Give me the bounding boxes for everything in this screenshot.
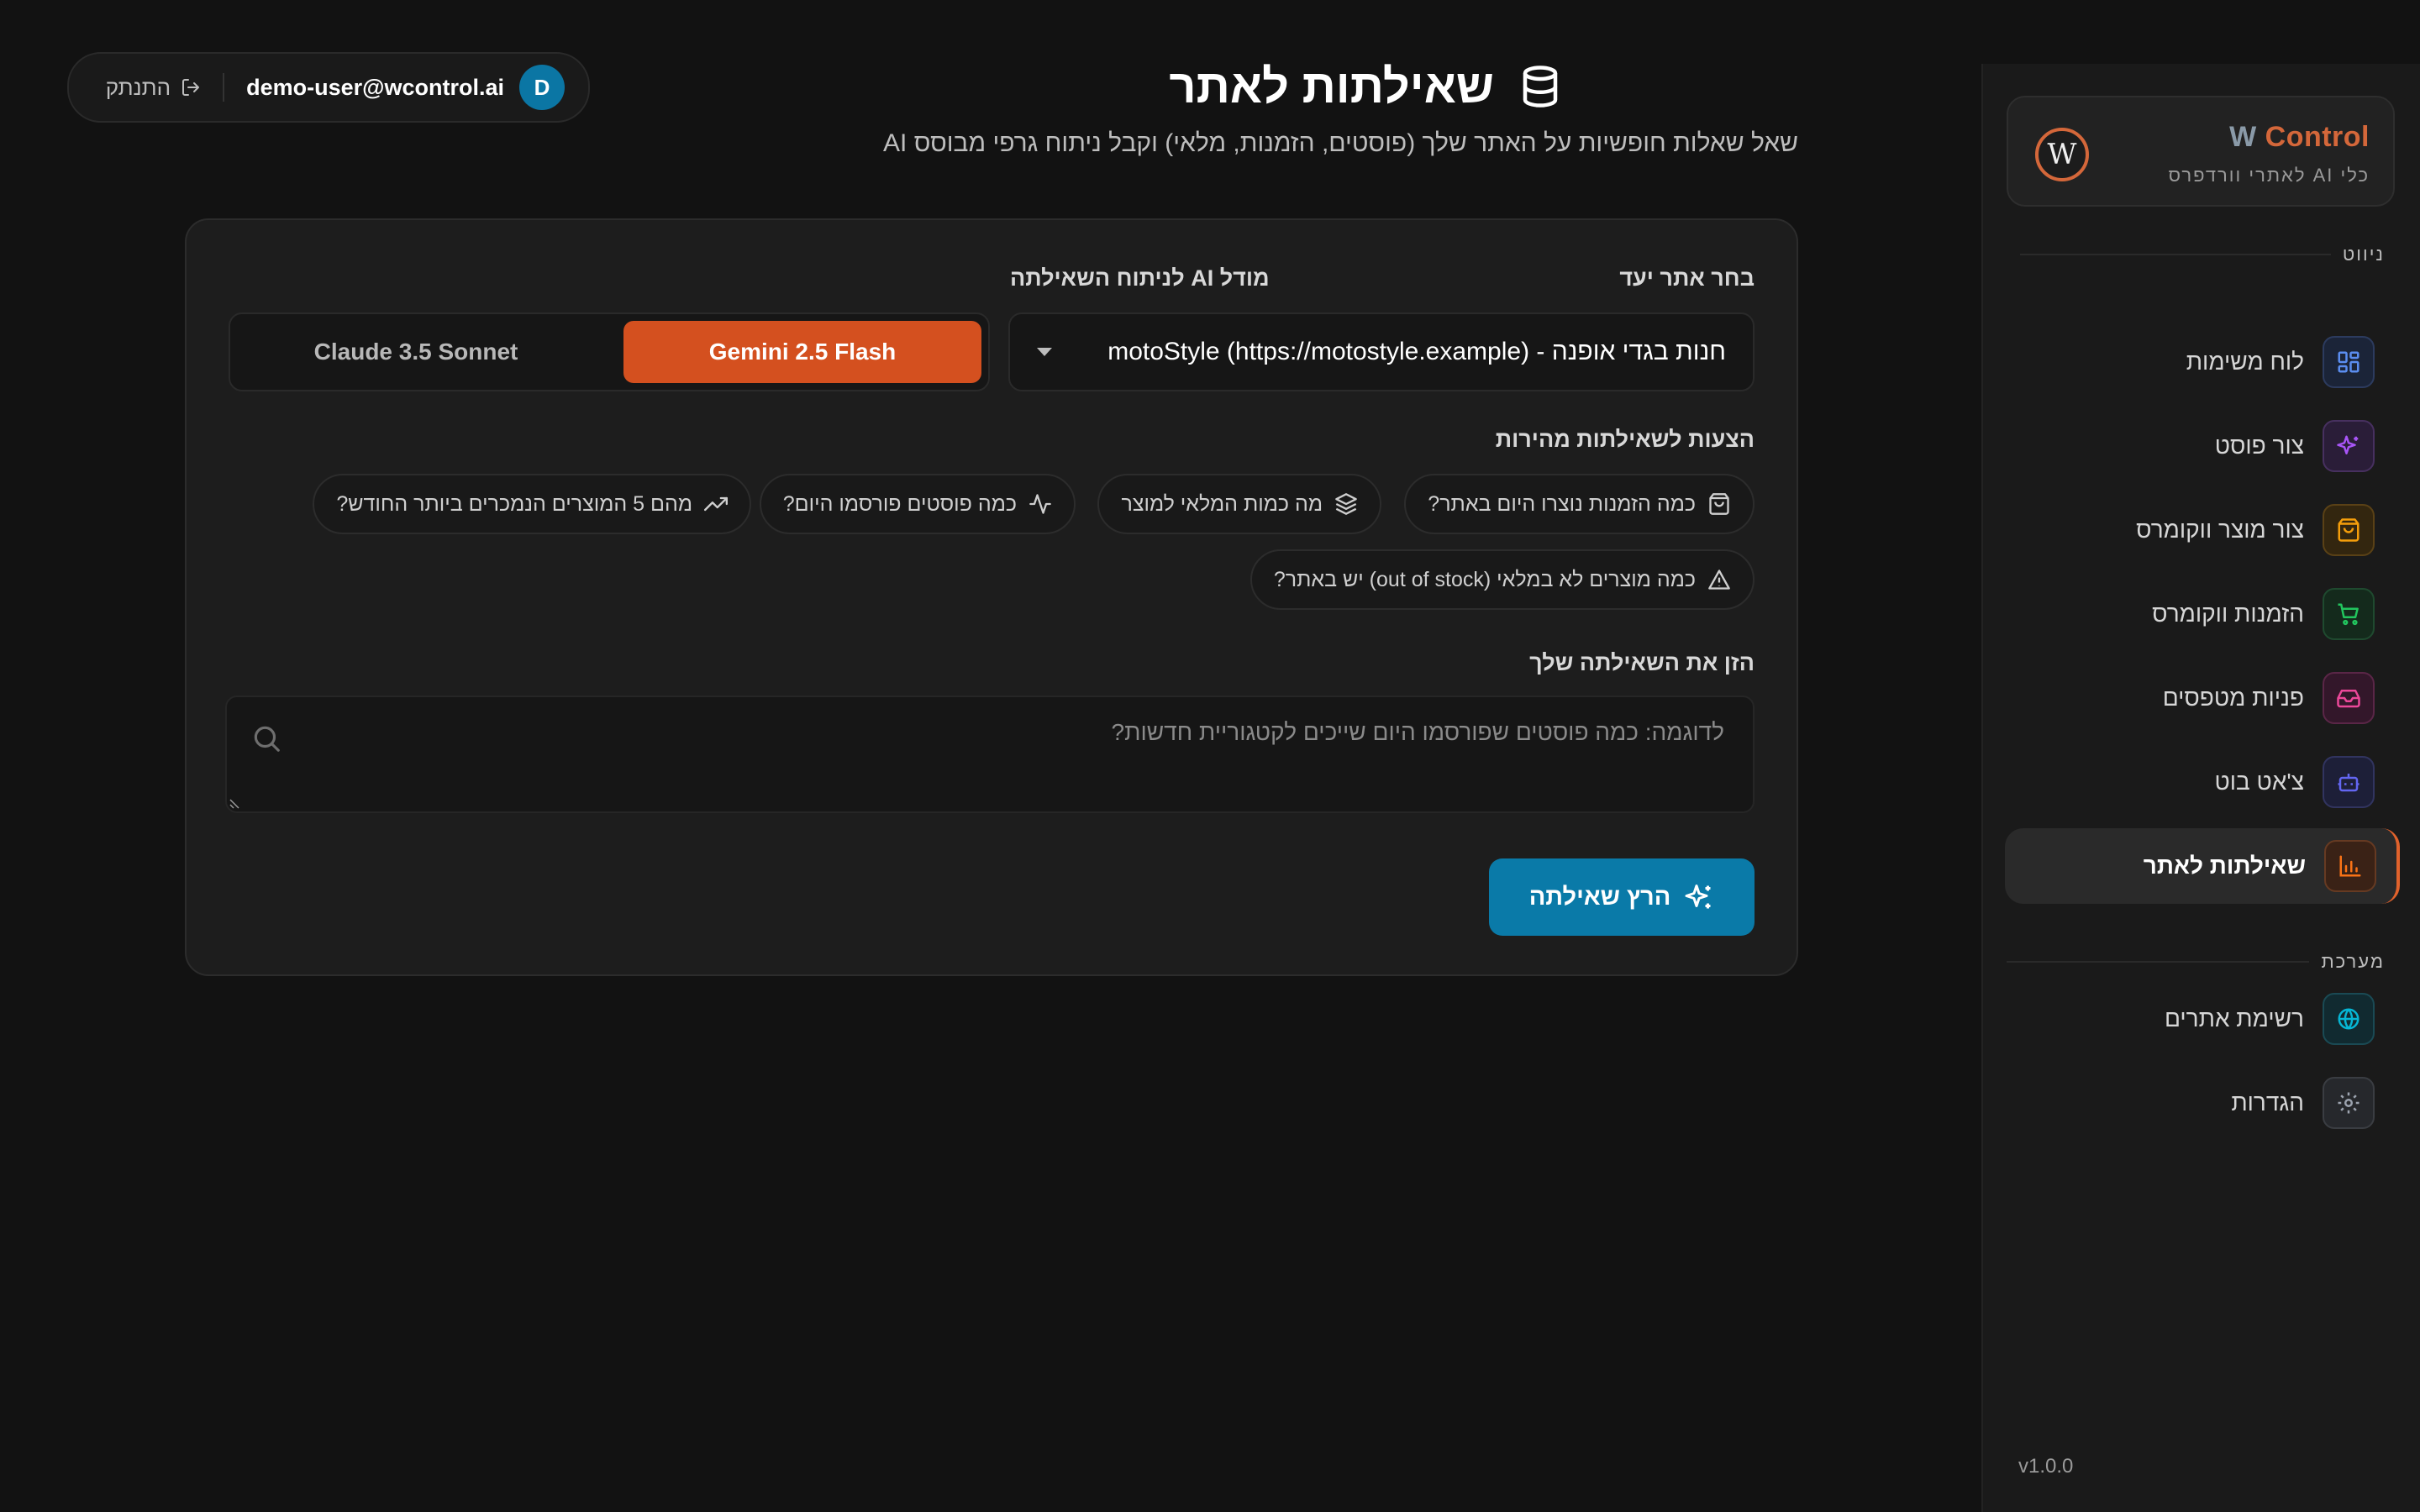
logout-icon	[181, 77, 201, 97]
suggestion-chip[interactable]: מהם 5 המוצרים הנמכרים ביותר החודש?	[313, 474, 751, 534]
shopping-bag-icon	[2323, 504, 2375, 556]
settings-icon	[2323, 1077, 2375, 1129]
suggestion-chip[interactable]: מה כמות המלאי למוצר	[1097, 474, 1381, 534]
suggestion-text: מהם 5 המוצרים הנמכרים ביותר החודש?	[336, 491, 692, 516]
sidebar-item-create-post[interactable]: צור פוסט	[2007, 408, 2395, 484]
sidebar-item-label: צור מוצר ווקומרס	[2136, 517, 2304, 543]
database-icon	[1518, 64, 1563, 109]
sidebar-item-label: הגדרות	[2231, 1089, 2304, 1116]
sidebar-item-label: פניות מטפסים	[2162, 685, 2304, 711]
site-label: בחר אתר יעד	[1619, 265, 1754, 291]
divider	[223, 73, 225, 102]
sidebar-item-chatbot[interactable]: צ'אט בוט	[2007, 744, 2395, 820]
sidebar-item-label: הזמנות ווקומרס	[2152, 601, 2304, 627]
sidebar: W Control כלי AI לאתרי וורדפרס W ניווט ל…	[1981, 64, 2420, 1512]
sidebar-item-label: שאילתות לאתר	[2143, 853, 2306, 879]
sidebar-item-label: לוח משימות	[2186, 349, 2304, 375]
suggestion-text: כמה פוסטים פורסמו היום?	[782, 491, 1017, 516]
site-select[interactable]: חנות בגדי אופנה - motoStyle (https://mot…	[1008, 312, 1754, 391]
layers-icon	[1334, 492, 1358, 516]
section-label-nav: ניווט	[2019, 244, 2385, 265]
bot-icon	[2323, 756, 2375, 808]
site-select-value: חנות בגדי אופנה - motoStyle (https://mot…	[1107, 338, 1726, 365]
chevron-down-icon	[1035, 346, 1054, 358]
page-subtitle: שאל שאלות חופשיות על האתר שלך (פוסטים, ה…	[883, 129, 1798, 157]
query-card: בחר אתר יעד חנות בגדי אופנה - motoStyle …	[185, 218, 1798, 976]
run-query-label: הרץ שאילתה	[1528, 883, 1671, 911]
query-textarea-wrapper	[225, 696, 1754, 813]
suggestion-text: מה כמות המלאי למוצר	[1121, 491, 1323, 516]
query-label: הזן את השאילתה שלך	[1529, 650, 1754, 675]
model-toggle: Gemini 2.5 Flash Claude 3.5 Sonnet	[229, 312, 990, 391]
brand-card[interactable]: W Control כלי AI לאתרי וורדפרס W	[2007, 96, 2395, 207]
sidebar-item-settings[interactable]: הגדרות	[2007, 1065, 2395, 1141]
run-query-button[interactable]: הרץ שאילתה	[1489, 858, 1754, 936]
app-version: v1.0.0	[2018, 1455, 2074, 1478]
model-claude-button[interactable]: Claude 3.5 Sonnet	[237, 321, 595, 383]
alert-triangle-icon	[1707, 568, 1731, 591]
resize-grip-icon[interactable]	[229, 796, 242, 810]
avatar: D	[519, 65, 565, 110]
dashboard-grid-icon	[2323, 336, 2375, 388]
brand-logo: W	[2035, 128, 2089, 181]
section-label-system: מערכת	[2007, 951, 2385, 973]
logout-label: התנתק	[105, 74, 171, 100]
sidebar-item-forms[interactable]: פניות מטפסים	[2007, 660, 2395, 736]
sidebar-item-label: צ'אט בוט	[2214, 769, 2304, 795]
suggestion-chip[interactable]: כמה מוצרים לא במלאי (out of stock) יש בא…	[1249, 549, 1754, 610]
activity-icon	[1028, 492, 1052, 516]
sidebar-item-site-queries[interactable]: שאילתות לאתר	[2005, 828, 2400, 904]
bar-chart-icon	[2324, 840, 2376, 892]
suggestion-chip[interactable]: כמה הזמנות נוצרו היום באתר?	[1404, 474, 1754, 534]
suggestion-text: כמה מוצרים לא במלאי (out of stock) יש בא…	[1273, 567, 1696, 591]
user-email: demo-user@wcontrol.ai	[246, 74, 504, 100]
sidebar-item-orders[interactable]: הזמנות ווקומרס	[2007, 576, 2395, 652]
trending-up-icon	[704, 492, 728, 516]
sparkles-icon	[2323, 420, 2375, 472]
globe-icon	[2323, 993, 2375, 1045]
brand-subtitle: כלי AI לאתרי וורדפרס	[2168, 165, 2370, 186]
sidebar-item-create-product[interactable]: צור מוצר ווקומרס	[2007, 492, 2395, 568]
query-input[interactable]	[227, 697, 1753, 811]
sidebar-item-label: רשימת אתרים	[2164, 1005, 2304, 1032]
search-icon	[250, 722, 282, 754]
page-title-text: שאילתות לאתר	[1169, 60, 1494, 113]
page-title: שאילתות לאתר	[1169, 59, 1563, 113]
suggestion-chip[interactable]: כמה פוסטים פורסמו היום?	[759, 474, 1076, 534]
model-gemini-button[interactable]: Gemini 2.5 Flash	[623, 321, 981, 383]
shopping-bag-icon	[1707, 492, 1731, 516]
suggestions-label: הצעות לשאילתות מהירות	[1495, 427, 1754, 452]
sidebar-item-dashboard[interactable]: לוח משימות	[2007, 324, 2395, 400]
sidebar-item-sites[interactable]: רשימת אתרים	[2007, 981, 2395, 1057]
model-label: מודל AI לניתוח השאילתה	[1010, 265, 1270, 291]
cart-icon	[2323, 588, 2375, 640]
suggestion-text: כמה הזמנות נוצרו היום באתר?	[1428, 491, 1696, 516]
sparkles-icon	[1684, 882, 1714, 912]
sidebar-item-label: צור פוסט	[2214, 433, 2304, 459]
inbox-icon	[2323, 672, 2375, 724]
logout-button[interactable]: התנתק	[106, 75, 201, 101]
user-bar: D demo-user@wcontrol.ai התנתק	[67, 52, 590, 123]
brand-title: W Control	[2229, 121, 2370, 153]
